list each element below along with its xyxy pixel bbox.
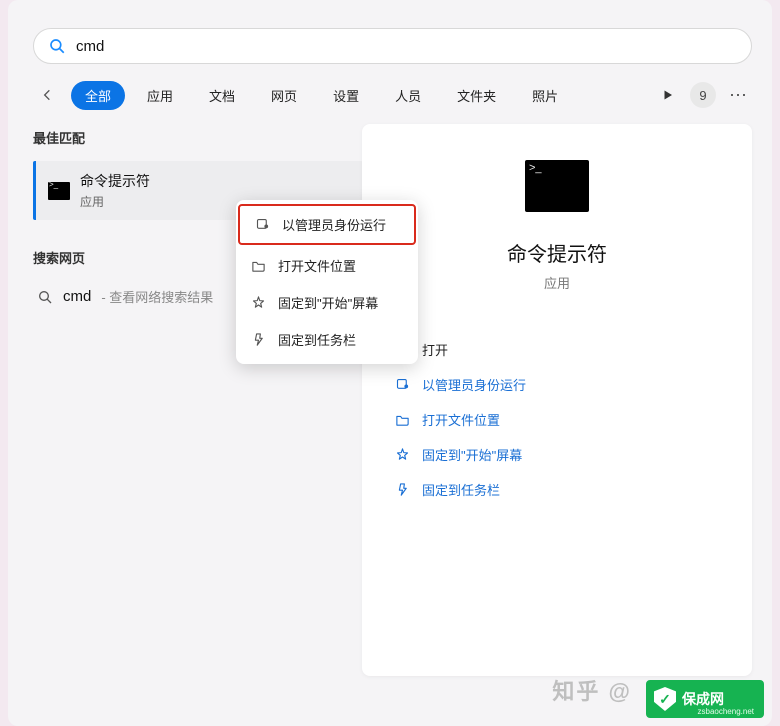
ctx-folder[interactable]: 打开文件位置 [236,247,418,284]
web-search-hint: - 查看网络搜索结果 [101,287,213,306]
search-input-value: cmd [76,38,104,55]
best-match-subtitle: 应用 [80,193,150,210]
action-pin-start[interactable]: 固定到"开始"屏幕 [362,437,752,472]
filter-4[interactable]: 设置 [319,81,373,110]
app-thumbnail [525,160,589,212]
pin-start-icon [250,295,266,311]
folder-icon [394,412,410,428]
play-button[interactable] [654,81,682,109]
admin-icon [254,217,270,233]
zhihu-watermark: 知乎 @ [552,674,632,706]
app-subtitle: 应用 [362,273,752,292]
watermark-logo-text: 保成网 [682,692,724,706]
filter-2[interactable]: 文档 [195,81,249,110]
action-label: 打开文件位置 [422,410,500,429]
detail-card: 命令提示符 应用 打开以管理员身份运行打开文件位置固定到"开始"屏幕固定到任务栏 [362,124,752,676]
notification-badge[interactable]: 9 [690,82,716,108]
search-bar[interactable]: cmd [33,28,752,64]
action-label: 固定到任务栏 [422,480,500,499]
context-menu: 以管理员身份运行打开文件位置固定到"开始"屏幕固定到任务栏 [236,200,418,364]
ctx-label: 固定到任务栏 [278,330,356,349]
watermark-logo-sub: zsbaocheng.net [698,707,755,716]
more-button[interactable]: ⋯ [724,81,752,109]
search-icon [37,289,53,305]
filter-0[interactable]: 全部 [71,81,125,110]
pin-taskbar-icon [250,332,266,348]
search-panel: cmd 全部应用文档网页设置人员文件夹照片 9 ⋯ 最佳匹配 命令提示符 应用 … [8,0,772,726]
filter-5[interactable]: 人员 [381,81,435,110]
web-search-term: cmd [63,288,91,305]
ctx-label: 打开文件位置 [278,256,356,275]
app-title: 命令提示符 [362,238,752,267]
action-label: 以管理员身份运行 [422,375,526,394]
ctx-pin-start[interactable]: 固定到"开始"屏幕 [236,284,418,321]
action-label: 打开 [422,340,448,359]
baocheng-watermark: ✓ 保成网 zsbaocheng.net [646,680,764,718]
pin-taskbar-icon [394,482,410,498]
action-admin[interactable]: 以管理员身份运行 [362,367,752,402]
search-icon [48,37,66,55]
filter-3[interactable]: 网页 [257,81,311,110]
filter-7[interactable]: 照片 [518,81,572,110]
action-pin-taskbar[interactable]: 固定到任务栏 [362,472,752,507]
shield-icon: ✓ [654,687,676,711]
ctx-label: 以管理员身份运行 [282,215,386,234]
filter-row: 全部应用文档网页设置人员文件夹照片 9 ⋯ [33,78,752,112]
back-button[interactable] [33,80,63,110]
cmd-icon [48,182,70,200]
ctx-pin-taskbar[interactable]: 固定到任务栏 [236,321,418,358]
action-list: 打开以管理员身份运行打开文件位置固定到"开始"屏幕固定到任务栏 [362,332,752,507]
best-match-label: 最佳匹配 [33,128,363,147]
action-folder[interactable]: 打开文件位置 [362,402,752,437]
ctx-admin[interactable]: 以管理员身份运行 [238,204,416,245]
filter-6[interactable]: 文件夹 [443,81,510,110]
action-label: 固定到"开始"屏幕 [422,445,522,464]
action-open[interactable]: 打开 [362,332,752,367]
ctx-label: 固定到"开始"屏幕 [278,293,378,312]
filter-1[interactable]: 应用 [133,81,187,110]
folder-icon [250,258,266,274]
pin-start-icon [394,447,410,463]
best-match-title: 命令提示符 [80,171,150,191]
admin-icon [394,377,410,393]
